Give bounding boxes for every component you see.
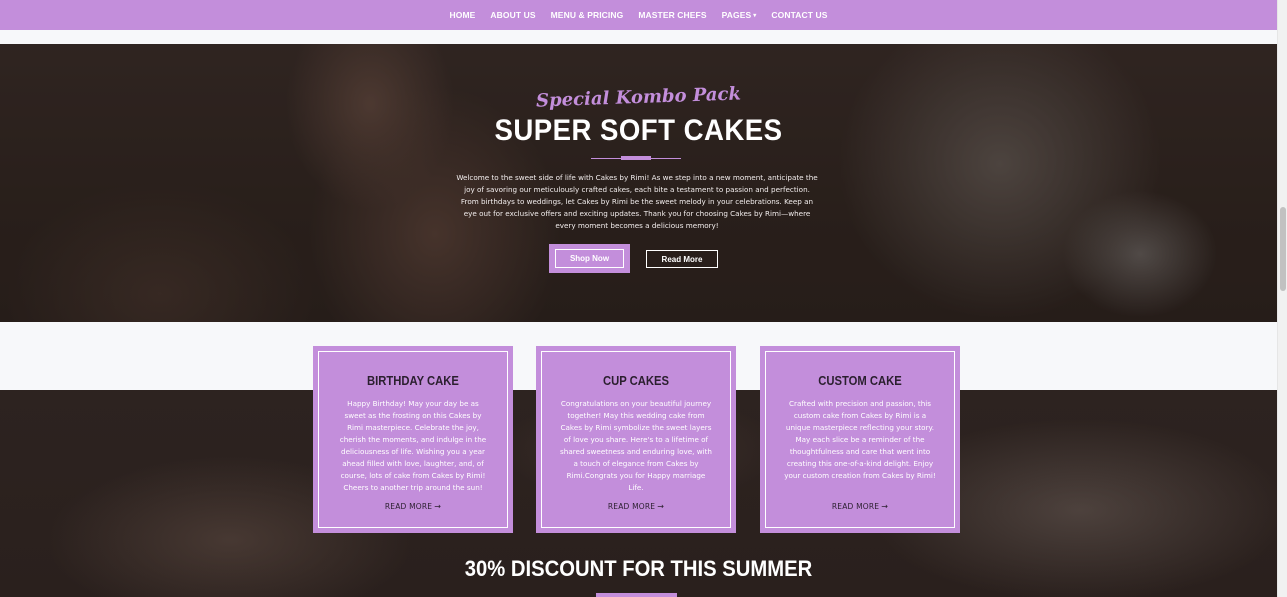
card-title: BIRTHDAY CAKE (367, 374, 459, 388)
hero-content: Special Kombo Pack SUPER SOFT CAKES Welc… (0, 44, 1277, 322)
nav-about-us[interactable]: ABOUT US (483, 10, 543, 20)
nav-contact-us[interactable]: CONTACT US (764, 10, 835, 20)
card-frame: CUSTOM CAKE Crafted with precision and p… (765, 351, 955, 528)
shop-now-button[interactable]: Shop Now (549, 244, 630, 273)
arrow-right-icon: → (881, 502, 889, 511)
card-title: CUSTOM CAKE (818, 374, 902, 388)
hero-description: Welcome to the sweet side of life with C… (456, 173, 818, 230)
card-text: Congratulations on your beautiful journe… (560, 399, 712, 492)
card-frame: BIRTHDAY CAKE Happy Birthday! May your d… (318, 351, 508, 528)
page: HOME ABOUT US MENU & PRICING MASTER CHEF… (0, 0, 1277, 597)
card-read-more-link[interactable]: READ MORE → (319, 502, 507, 511)
nav-pages-dropdown[interactable]: PAGES ▾ (714, 10, 764, 20)
card-read-more-link[interactable]: READ MORE → (542, 502, 730, 511)
card-birthday-cake: BIRTHDAY CAKE Happy Birthday! May your d… (313, 346, 513, 533)
card-link-label: READ MORE (384, 502, 433, 511)
card-link-label: READ MORE (607, 502, 656, 511)
nav-home[interactable]: HOME (442, 10, 483, 20)
scrollbar-thumb[interactable] (1280, 207, 1286, 291)
arrow-right-icon: → (657, 502, 665, 511)
card-title: CUP CAKES (602, 374, 670, 388)
nav-pages-label: PAGES (721, 10, 752, 20)
shop-now-label: Shop Now (555, 249, 624, 268)
nav-master-chefs[interactable]: MASTER CHEFS (631, 10, 714, 20)
card-read-more-link[interactable]: READ MORE → (766, 502, 954, 511)
chevron-down-icon: ▾ (753, 13, 757, 19)
hero-section: Special Kombo Pack SUPER SOFT CAKES Welc… (0, 44, 1277, 322)
card-frame: CUP CAKES Congratulations on your beauti… (541, 351, 731, 528)
title-divider (591, 156, 681, 160)
hero-title: SUPER SOFT CAKES (494, 114, 783, 147)
nav-spacer (0, 30, 1277, 44)
card-cup-cakes: CUP CAKES Congratulations on your beauti… (536, 346, 736, 533)
top-navbar: HOME ABOUT US MENU & PRICING MASTER CHEF… (0, 0, 1277, 30)
arrow-right-icon: → (434, 502, 442, 511)
read-more-button[interactable]: Read More (646, 250, 718, 268)
card-text: Happy Birthday! May your day be as sweet… (339, 399, 487, 492)
divider-bar (621, 156, 651, 160)
page-scrollbar[interactable] (1277, 0, 1287, 597)
card-link-label: READ MORE (831, 502, 880, 511)
card-custom-cake: CUSTOM CAKE Crafted with precision and p… (760, 346, 960, 533)
discount-button[interactable] (596, 593, 677, 597)
nav-menu-pricing[interactable]: MENU & PRICING (543, 10, 631, 20)
card-text: Crafted with precision and passion, this… (784, 399, 936, 480)
discount-heading: 30% DISCOUNT FOR THIS SUMMER (464, 556, 813, 581)
